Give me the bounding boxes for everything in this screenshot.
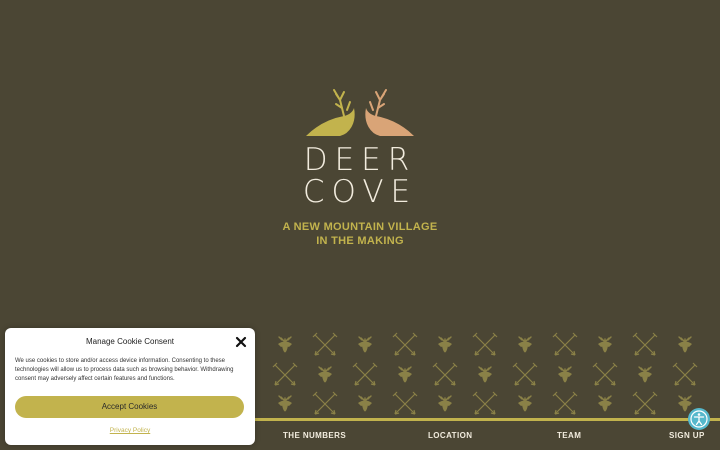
cookie-title: Manage Cookie Consent — [85, 337, 175, 346]
tagline-line2: IN THE MAKING — [316, 235, 404, 247]
footer-nav: THE NUMBERS LOCATION TEAM SIGN UP — [255, 421, 720, 450]
nav-the-numbers[interactable]: THE NUMBERS — [283, 431, 346, 440]
nav-location[interactable]: LOCATION — [428, 431, 472, 440]
accept-cookies-button[interactable]: Accept Cookies — [15, 396, 244, 418]
close-icon[interactable] — [234, 335, 248, 349]
deer-logo-icon — [306, 89, 414, 136]
accessibility-icon — [690, 410, 708, 428]
antler-pattern — [272, 332, 698, 415]
privacy-policy-link[interactable]: Privacy Policy — [5, 427, 255, 434]
hero: DEER COVE A NEW MOUNTAIN VILLAGE IN THE … — [0, 0, 720, 330]
tagline-line1: A NEW MOUNTAIN VILLAGE — [282, 221, 438, 233]
brand-name-line2: COVE — [302, 174, 418, 210]
brand-name-line1: DEER — [303, 142, 417, 178]
accessibility-button[interactable] — [688, 408, 710, 430]
cookie-description: We use cookies to store and/or access de… — [15, 358, 234, 382]
cookie-consent-dialog: Manage Cookie Consent We use cookies to … — [5, 328, 255, 445]
nav-team[interactable]: TEAM — [557, 431, 581, 440]
nav-sign-up[interactable]: SIGN UP — [669, 431, 705, 440]
